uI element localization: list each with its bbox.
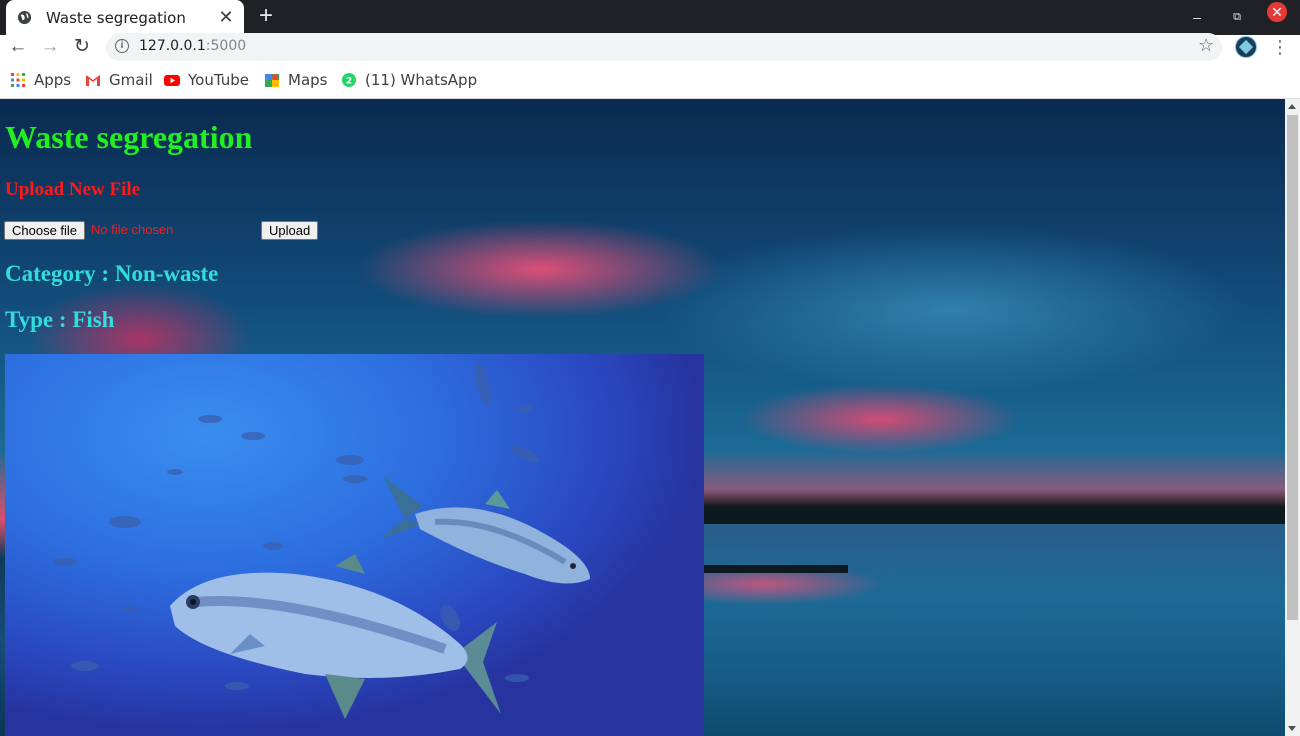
category-result: Category : Non-waste xyxy=(5,261,219,286)
tab-strip: Waste segregation ✕ + – ⧉ ✕ xyxy=(0,0,1300,35)
url-text[interactable]: 127.0.0.1:5000 xyxy=(139,38,246,54)
globe-icon xyxy=(17,10,32,25)
youtube-icon xyxy=(164,72,180,88)
upload-heading: Upload New File xyxy=(5,179,141,200)
menu-icon[interactable]: ⋮ xyxy=(1271,35,1289,59)
fish-illustration xyxy=(53,362,590,719)
restore-icon[interactable]: ⧉ xyxy=(1224,4,1250,30)
scroll-down-icon[interactable] xyxy=(1288,726,1296,731)
background-treeline xyxy=(704,489,1285,529)
back-icon[interactable]: ← xyxy=(6,35,30,59)
svg-text:2: 2 xyxy=(346,77,352,87)
new-tab-icon[interactable]: + xyxy=(256,3,276,29)
background-lake xyxy=(704,524,1285,736)
bookmark-maps[interactable]: Maps xyxy=(264,71,327,89)
tab-title: Waste segregation xyxy=(46,9,186,27)
uploaded-fish-image xyxy=(5,354,704,736)
browser-toolbar: ← → ↻ i 127.0.0.1:5000 ☆ ⋮ xyxy=(0,33,1300,62)
bookmark-apps[interactable]: Apps xyxy=(10,71,71,89)
address-bar[interactable]: i 127.0.0.1:5000 ☆ xyxy=(106,33,1222,61)
upload-button[interactable]: Upload xyxy=(261,221,319,240)
site-info-icon[interactable]: i xyxy=(115,39,129,53)
gmail-icon xyxy=(85,72,101,88)
page-title: Waste segregation xyxy=(5,119,253,155)
page-viewport: Waste segregation Upload New File Choose… xyxy=(0,99,1285,736)
bookmark-star-icon[interactable]: ☆ xyxy=(1198,35,1214,56)
tab-waste-segregation[interactable]: Waste segregation ✕ xyxy=(6,0,244,35)
page-scrollbar[interactable] xyxy=(1285,99,1300,736)
scroll-thumb[interactable] xyxy=(1287,115,1298,620)
bookmark-whatsapp[interactable]: 2 (11) WhatsApp xyxy=(341,71,477,89)
reload-icon[interactable]: ↻ xyxy=(70,35,94,59)
maps-icon xyxy=(264,72,280,88)
tab-close-icon[interactable]: ✕ xyxy=(218,8,234,26)
type-result: Type : Fish xyxy=(5,307,115,332)
apps-grid-icon xyxy=(10,72,26,88)
bookmarks-bar: Apps Gmail YouTube Maps 2 (11) WhatsApp xyxy=(0,62,1300,99)
profile-avatar[interactable] xyxy=(1235,36,1257,58)
whatsapp-icon: 2 xyxy=(341,72,357,88)
minimize-icon[interactable]: – xyxy=(1184,4,1210,30)
scroll-up-icon[interactable] xyxy=(1288,104,1296,109)
bookmark-youtube[interactable]: YouTube xyxy=(164,71,249,89)
choose-file-button[interactable]: Choose file xyxy=(4,221,86,240)
window-close-icon[interactable]: ✕ xyxy=(1267,2,1287,22)
background-dock xyxy=(704,565,848,573)
forward-icon[interactable]: → xyxy=(38,35,62,59)
bookmark-gmail[interactable]: Gmail xyxy=(85,71,153,89)
file-status-text: No file chosen xyxy=(91,222,174,237)
